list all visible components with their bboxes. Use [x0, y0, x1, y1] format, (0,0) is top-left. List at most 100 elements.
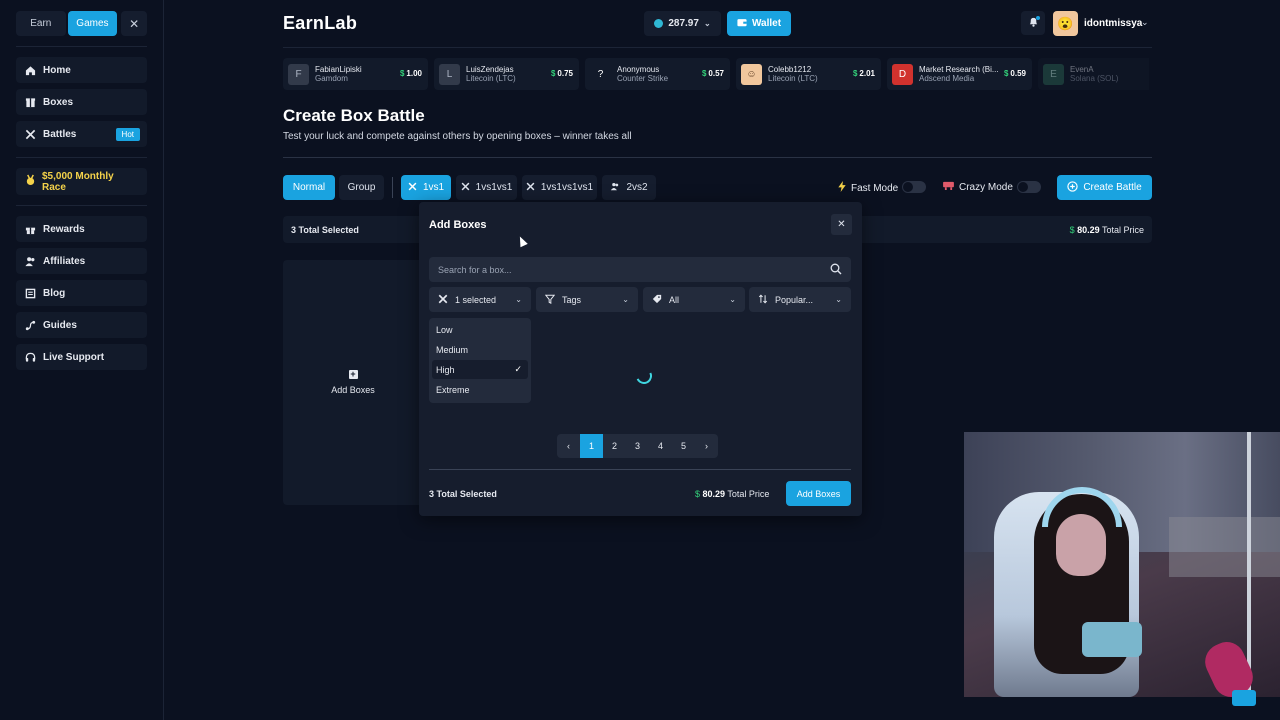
create-battle-button[interactable]: Create Battle [1057, 175, 1152, 200]
search-input[interactable] [429, 257, 851, 282]
check-icon: ✓ [514, 364, 522, 374]
total-price: $ 80.29 Total Price [1070, 225, 1144, 235]
page-button[interactable]: 3 [626, 434, 649, 458]
chat-button[interactable] [1232, 690, 1256, 706]
risk-option-extreme[interactable]: Extreme [432, 380, 528, 399]
option-label: High [436, 364, 455, 375]
chevron-down-icon: ⌄ [703, 19, 711, 28]
feed-amount-value: 1.00 [406, 69, 422, 78]
feed-item[interactable]: D Market Research (Bi... Adscend Media $… [887, 58, 1032, 90]
tab-group[interactable]: Group [339, 175, 384, 200]
sidebar-item-label: Boxes [43, 96, 74, 108]
monthly-race-label: $5,000 Monthly Race [42, 170, 114, 193]
hot-badge: Hot [115, 128, 140, 141]
swords-icon [461, 182, 470, 194]
tags-filter-dropdown[interactable]: Tags ⌄ [536, 287, 638, 312]
coin-icon [654, 19, 664, 28]
page-button[interactable]: 2 [603, 434, 626, 458]
filter-icon [544, 294, 556, 306]
feed-item[interactable]: ? Anonymous Counter Strike $0.57 [585, 58, 730, 90]
notifications-button[interactable] [1021, 11, 1045, 35]
modal-close-button[interactable]: ✕ [831, 214, 852, 235]
sidebar-item-battles[interactable]: Battles Hot [16, 121, 147, 147]
risk-option-low[interactable]: Low [432, 320, 528, 339]
feed-name: Market Research (Bi... [919, 65, 999, 74]
wallet-button[interactable]: Wallet [727, 11, 791, 36]
avatar[interactable]: 😮 [1053, 11, 1078, 36]
fast-mode-label: Fast Mode [838, 181, 898, 195]
divider [16, 46, 147, 47]
page-button[interactable]: 5 [672, 434, 695, 458]
risk-option-high[interactable]: High ✓ [432, 360, 528, 379]
plus-icon: + [348, 369, 358, 379]
title-divider [283, 157, 1152, 158]
dollar-sign: $ [1069, 225, 1075, 235]
modal-total-price: $ 80.29 Total Price [695, 489, 769, 499]
feed-item[interactable]: F FabianLipiski Gamdom $1.00 [283, 58, 428, 90]
feed-item[interactable]: ☺ Colebb1212 Litecoin (LTC) $2.01 [736, 58, 881, 90]
notification-dot [1036, 16, 1040, 20]
feed-item[interactable]: L LuisZendejas Litecoin (LTC) $0.75 [434, 58, 579, 90]
balance-dropdown[interactable]: 287.97 ⌄ [644, 11, 721, 36]
feed-item[interactable]: E EvenA Solana (SOL) [1038, 58, 1149, 90]
sidebar-item-rewards[interactable]: Rewards [16, 216, 147, 242]
prev-page-button[interactable]: ‹ [557, 434, 580, 458]
chevron-down-icon[interactable]: ⌄ [1141, 17, 1149, 28]
divider [16, 157, 147, 158]
tab-1vs1vs1vs1[interactable]: 1vs1vs1vs1 [522, 175, 597, 200]
modal-title: Add Boxes [429, 219, 487, 231]
sidebar-item-label: Affiliates [43, 255, 86, 267]
tab-1vs1[interactable]: 1vs1 [401, 175, 451, 200]
sidebar-item-live-support[interactable]: Live Support [16, 344, 147, 370]
page-button[interactable]: 1 [580, 434, 603, 458]
earnlab-logo[interactable]: EarnLab [283, 13, 357, 34]
dollar-sign: $ [695, 489, 701, 499]
tab-1vs1vs1[interactable]: 1vs1vs1 [456, 175, 517, 200]
fast-mode-text: Fast Mode [851, 182, 899, 194]
tab-2vs2[interactable]: 2vs2 [602, 175, 656, 200]
tab-label: 1vs1 [422, 182, 445, 193]
tab-earn[interactable]: Earn [16, 11, 66, 36]
price-filter-dropdown[interactable]: All ⌄ [643, 287, 745, 312]
filter-label: Popular... [775, 294, 814, 305]
page-subtitle: Test your luck and compete against other… [283, 131, 632, 142]
tab-games[interactable]: Games [67, 11, 118, 36]
feed-text: Market Research (Bi... Adscend Media [919, 65, 999, 83]
sidebar-item-boxes[interactable]: Boxes [16, 89, 147, 115]
risk-filter-dropdown[interactable]: 1 selected ⌄ [429, 287, 531, 312]
add-boxes-tile[interactable]: + Add Boxes [283, 260, 423, 505]
search-icon[interactable] [830, 263, 842, 278]
swords-icon [408, 182, 417, 194]
sidebar-item-blog[interactable]: Blog [16, 280, 147, 306]
monthly-race-button[interactable]: $5,000 Monthly Race [16, 168, 147, 195]
feed-amount: $0.59 [1004, 69, 1026, 78]
tab-normal[interactable]: Normal [283, 175, 335, 200]
sidebar-item-affiliates[interactable]: Affiliates [16, 248, 147, 274]
sort-dropdown[interactable]: Popular... ⌄ [749, 287, 851, 312]
chevron-down-icon: ⌄ [835, 295, 842, 304]
add-boxes-button[interactable]: Add Boxes [786, 481, 851, 506]
live-feed: F FabianLipiski Gamdom $1.00 L LuisZende… [283, 58, 1149, 90]
sidebar-item-home[interactable]: Home [16, 57, 147, 83]
sidebar-item-label: Rewards [43, 223, 85, 235]
total-price-value: 80.29 [1077, 225, 1100, 235]
feed-source: Solana (SOL) [1070, 74, 1119, 83]
risk-option-medium[interactable]: Medium [432, 340, 528, 359]
filter-label: All [669, 294, 680, 305]
username[interactable]: idontmissya [1084, 18, 1142, 29]
feed-source: Litecoin (LTC) [768, 74, 818, 83]
risk-options-menu: Low Medium High ✓ Extreme [429, 318, 531, 403]
box-icon [25, 97, 36, 108]
sidebar-item-guides[interactable]: Guides [16, 312, 147, 338]
sort-icon [758, 294, 768, 306]
earn-games-switch: Earn Games ✕ [16, 11, 148, 36]
feed-amount-value: 0.57 [708, 69, 724, 78]
toggle-knob [903, 182, 913, 192]
fast-mode-toggle[interactable] [902, 181, 926, 193]
page-button[interactable]: 4 [649, 434, 672, 458]
next-page-button[interactable]: › [695, 434, 718, 458]
close-sidebar-button[interactable]: ✕ [121, 11, 148, 36]
add-boxes-tile-label: Add Boxes [331, 385, 375, 395]
sidebar: Earn Games ✕ Home Boxes Battles Hot $5,0… [0, 0, 164, 720]
crazy-mode-toggle[interactable] [1017, 181, 1041, 193]
